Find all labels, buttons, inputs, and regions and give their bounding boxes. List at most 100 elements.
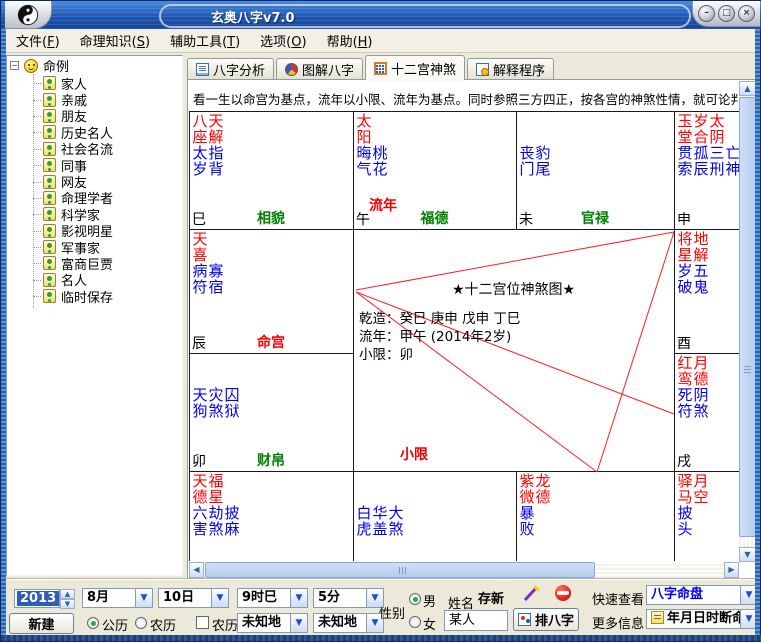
tree-item-13[interactable]: 临时保存 — [7, 288, 182, 304]
calendar-icon — [651, 611, 664, 624]
new-button[interactable]: 新建 — [9, 613, 74, 634]
tree-item-2[interactable]: 朋友 — [7, 108, 182, 124]
palace-cell-巳: 八座太岁天解指背巳相貌 — [189, 111, 353, 229]
palace-cell-辰: 天喜病符寡宿辰命宫 — [189, 229, 353, 353]
lunar-radio[interactable] — [135, 617, 147, 629]
female-radio[interactable] — [409, 616, 421, 628]
chevron-down-icon[interactable]: ▼ — [211, 589, 228, 607]
tree-item-0[interactable]: 家人 — [7, 75, 182, 91]
tree-item-11[interactable]: 富商巨贾 — [7, 255, 182, 271]
tree-item-9[interactable]: 影视明星 — [7, 223, 182, 239]
maximize-button[interactable]: □ — [718, 5, 735, 22]
close-button[interactable]: × — [738, 5, 755, 22]
solar-radio[interactable] — [87, 617, 99, 629]
input-panel: 2013 ▲ ▼ 8月▼ 10日▼ 9时巳▼ 5分▼ 新建 公历 农历 农历闰月… — [6, 579, 757, 638]
city-select[interactable]: 未知地▼ — [313, 613, 384, 633]
scroll-up-arrow[interactable]: ▲ — [739, 81, 756, 96]
tab-label: 十二宫神煞 — [391, 59, 456, 78]
tree-root-label: 命例 — [43, 56, 69, 75]
year-input[interactable]: 2013 — [14, 589, 60, 608]
male-label[interactable]: 男 — [423, 591, 436, 610]
minimize-button[interactable]: – — [698, 5, 715, 22]
case-folder-icon — [43, 224, 56, 238]
leap-month-checkbox[interactable] — [196, 616, 209, 629]
tab-3[interactable]: 解释程序 — [467, 58, 554, 80]
tree-root[interactable]: − 命例 — [7, 56, 182, 75]
window-edge-bottom — [1, 635, 761, 641]
branch-label: 酉 — [677, 333, 691, 353]
menu-item-4[interactable]: 帮助(H) — [327, 31, 373, 50]
tree-item-1[interactable]: 亲戚 — [7, 91, 182, 107]
palace-cell-申: 玉堂贯索岁合孤辰太阴三刑亡神辛暴申 — [674, 111, 739, 229]
tree-item-12[interactable]: 名人 — [7, 272, 182, 288]
pen-icon[interactable] — [522, 583, 542, 603]
branch-label: 辰 — [192, 333, 206, 353]
case-folder-icon — [43, 125, 56, 139]
scroll-left-arrow[interactable]: ◀ — [189, 562, 204, 578]
case-folder-icon — [43, 175, 56, 189]
vertical-scrollbar-thumb[interactable] — [739, 97, 756, 537]
twelve-palace-grid: 八座太岁天解指背巳相貌太阳晦气桃花午福德流年丧门豹尾未官禄玉堂贯索岁合孤辰太阴三… — [189, 111, 739, 561]
chart-info-line-1: 流年：甲午 (2014年2岁) — [359, 325, 511, 345]
smiley-icon — [24, 59, 38, 73]
yinyang-icon — [17, 4, 39, 26]
horizontal-scrollbar[interactable]: ◀ ▶ — [189, 562, 739, 578]
abacus-icon — [518, 613, 531, 626]
month-select[interactable]: 8月▼ — [82, 588, 153, 608]
tab-2[interactable]: 十二宫神煞 — [365, 55, 465, 80]
case-folder-icon — [43, 191, 56, 205]
tree-item-6[interactable]: 网友 — [7, 173, 182, 189]
paipan-button[interactable]: 排八字 — [513, 608, 579, 631]
province-select[interactable]: 未知地▼ — [237, 613, 308, 633]
tab-1[interactable]: 图解八字 — [276, 58, 363, 80]
more-info-select[interactable]: 年月日时断命▼ — [646, 609, 758, 629]
menu-item-0[interactable]: 文件(F) — [16, 31, 60, 50]
menu-item-2[interactable]: 辅助工具(T) — [170, 31, 240, 50]
tree-item-3[interactable]: 历史名人 — [7, 124, 182, 140]
chevron-down-icon[interactable]: ▼ — [290, 589, 307, 607]
quick-view-select[interactable]: 八字命盘▼ — [646, 585, 758, 605]
solar-label[interactable]: 公历 — [102, 615, 128, 634]
tree-item-5[interactable]: 同事 — [7, 157, 182, 173]
lunar-label[interactable]: 农历 — [150, 615, 176, 634]
tree-item-4[interactable]: 社会名流 — [7, 141, 182, 157]
chart-info-line-2: 小限：卯 — [359, 343, 413, 363]
chevron-down-icon[interactable]: ▼ — [135, 589, 152, 607]
tree-item-8[interactable]: 科学家 — [7, 206, 182, 222]
tab-0[interactable]: 八字分析 — [187, 58, 274, 80]
name-input[interactable]: 某人 — [444, 610, 508, 631]
hour-select[interactable]: 9时巳▼ — [237, 588, 308, 608]
day-select[interactable]: 10日▼ — [158, 588, 229, 608]
male-radio[interactable] — [409, 593, 421, 605]
menu-item-3[interactable]: 选项(O) — [260, 31, 306, 50]
scroll-right-arrow[interactable]: ▶ — [724, 562, 739, 578]
scroll-down-arrow[interactable]: ▼ — [739, 547, 756, 562]
save-new-label[interactable]: 存新 — [478, 588, 504, 607]
grid-icon — [374, 62, 387, 75]
titlebar[interactable]: 玄奥八字v7.0 – □ × — [1, 1, 761, 29]
palace-cell-10: 紫微暴败龙德 — [516, 471, 674, 561]
tree-item-label: 临时保存 — [61, 287, 113, 306]
female-label[interactable]: 女 — [423, 614, 436, 633]
branch-label: 戌 — [677, 451, 691, 471]
minute-select[interactable]: 5分▼ — [313, 588, 384, 608]
chart-icon — [285, 63, 298, 76]
vertical-scrollbar[interactable]: ▲ ▼ — [739, 81, 756, 562]
titlebar-button-group: – □ × — [692, 1, 760, 27]
tree-item-10[interactable]: 军事家 — [7, 239, 182, 255]
window-edge-right — [755, 29, 760, 637]
branch-label: 午 — [356, 209, 370, 229]
menu-bar: 文件(F) 命理知识(S) 辅助工具(T) 选项(O) 帮助(H) — [6, 29, 757, 53]
menu-item-1[interactable]: 命理知识(S) — [80, 31, 150, 50]
chevron-down-icon[interactable]: ▼ — [290, 614, 307, 632]
year-spin-up[interactable]: ▲ — [60, 589, 75, 599]
case-folder-icon — [43, 109, 56, 123]
tree-collapse-icon[interactable]: − — [10, 61, 19, 70]
horizontal-scrollbar-thumb[interactable] — [205, 562, 595, 578]
tab-label: 图解八字 — [302, 60, 354, 79]
case-folder-icon — [43, 289, 56, 303]
tree-item-7[interactable]: 命理学者 — [7, 190, 182, 206]
branch-label: 未 — [519, 209, 533, 229]
stop-icon[interactable] — [555, 585, 571, 601]
year-spin-down[interactable]: ▼ — [60, 599, 75, 609]
